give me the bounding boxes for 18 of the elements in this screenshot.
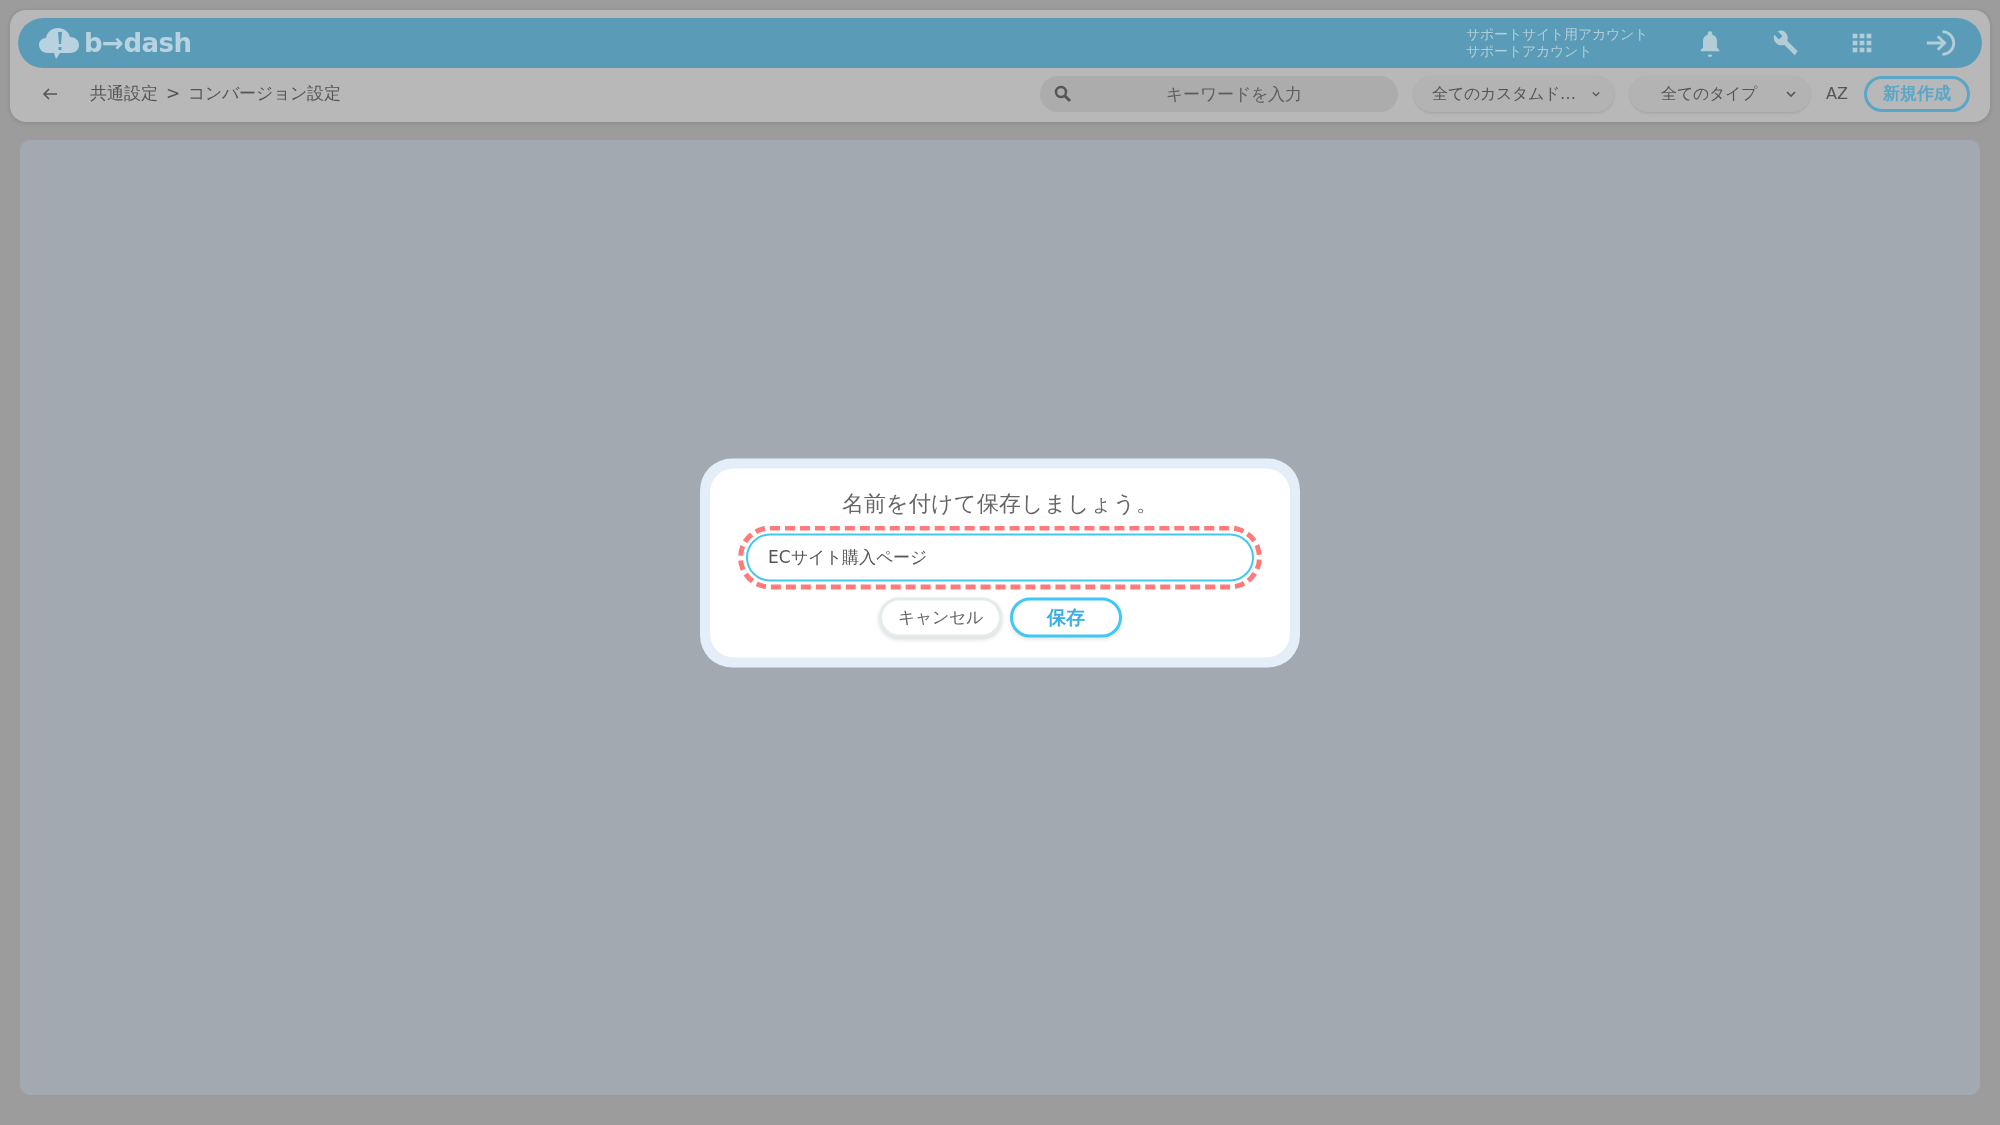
chevron-down-icon (1592, 90, 1601, 98)
save-button[interactable]: 保存 (1009, 597, 1122, 637)
dialog-title: 名前を付けて保存しましょう。 (841, 489, 1159, 517)
cloud-logo-icon (38, 25, 80, 61)
account-name: サポートアカウント (1466, 43, 1593, 60)
filter-dropdown[interactable]: 全てのカスタムド… (1414, 76, 1615, 112)
filter-dropdown[interactable]: 全てのタイプ (1630, 76, 1811, 112)
back-arrow-icon[interactable] (42, 87, 58, 101)
search-field[interactable]: キーワードを入力 (1040, 76, 1399, 112)
breadcrumb-item[interactable]: 共通設定 (90, 81, 158, 107)
cancel-button[interactable]: キャンセル (878, 597, 1002, 637)
logo-text: b→dash (84, 26, 192, 60)
sort-toggle[interactable]: AZ (1826, 82, 1848, 106)
wrench-icon[interactable] (1772, 29, 1800, 57)
breadcrumb-item: コンバージョン設定 (188, 82, 342, 106)
account-name: サポートサイト用アカウント (1466, 26, 1648, 43)
breadcrumb-separator: > (166, 82, 181, 106)
chevron-down-icon (1786, 90, 1797, 98)
